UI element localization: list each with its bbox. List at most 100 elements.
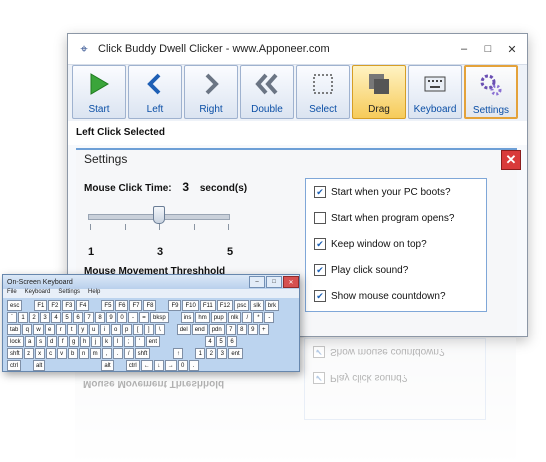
osk-key[interactable]: hm xyxy=(195,312,210,323)
osk-key[interactable]: ent xyxy=(145,336,161,347)
click-time-slider[interactable] xyxy=(84,204,234,232)
osk-minimize-button[interactable]: – xyxy=(249,276,265,288)
osk-key[interactable]: 3 xyxy=(217,348,228,359)
osk-key[interactable]: - xyxy=(264,312,275,323)
osk-key[interactable]: 4 xyxy=(205,336,216,347)
osk-key[interactable]: F12 xyxy=(216,300,234,311)
osk-key[interactable]: pup xyxy=(210,312,227,323)
osk-key[interactable]: j xyxy=(90,336,101,347)
option-start-on-open[interactable]: Start when program opens? xyxy=(306,205,486,231)
osk-key[interactable]: , xyxy=(101,348,112,359)
osk-key[interactable]: 3 xyxy=(40,312,50,323)
osk-key[interactable]: ctrl xyxy=(125,360,140,371)
osk-key[interactable]: shft xyxy=(134,348,151,359)
osk-key[interactable]: 6 xyxy=(227,336,238,347)
osk-key[interactable]: F11 xyxy=(199,300,216,311)
left-click-button[interactable]: Left xyxy=(128,65,182,119)
osk-key[interactable]: F6 xyxy=(115,300,129,311)
osk-key[interactable]: ↓ xyxy=(153,360,164,371)
osk-key[interactable]: l xyxy=(112,336,123,347)
maximize-button[interactable]: □ xyxy=(476,40,500,58)
osk-key[interactable]: ] xyxy=(143,324,154,335)
double-click-button[interactable]: Double xyxy=(240,65,294,119)
osk-key[interactable]: . xyxy=(188,360,199,371)
osk-key[interactable]: ' xyxy=(134,336,145,347)
option-start-on-boot[interactable]: ✔ Start when your PC boots? xyxy=(306,179,486,205)
osk-key[interactable]: / xyxy=(123,348,134,359)
osk-key[interactable]: 9 xyxy=(247,324,258,335)
osk-key[interactable]: ins xyxy=(180,312,195,323)
osk-key[interactable]: . xyxy=(112,348,123,359)
osk-key[interactable]: 6 xyxy=(73,312,83,323)
select-button[interactable]: Select xyxy=(296,65,350,119)
osk-key[interactable]: ↑ xyxy=(173,348,184,359)
osk-key[interactable]: alt xyxy=(101,360,114,371)
osk-key[interactable]: 5 xyxy=(216,336,227,347)
osk-key[interactable]: p xyxy=(121,324,132,335)
osk-key[interactable]: e xyxy=(44,324,55,335)
osk-key[interactable]: r xyxy=(55,324,66,335)
osk-key[interactable]: o xyxy=(110,324,121,335)
osk-key[interactable]: ; xyxy=(123,336,134,347)
osk-maximize-button[interactable]: □ xyxy=(266,276,282,288)
osk-key[interactable]: = xyxy=(139,312,149,323)
osk-key[interactable]: end xyxy=(191,324,208,335)
osk-key[interactable]: F2 xyxy=(48,300,62,311)
osk-menu-file[interactable]: File xyxy=(7,289,17,298)
checkbox-start-on-open[interactable] xyxy=(314,212,326,224)
osk-key[interactable]: ctrl xyxy=(7,360,21,371)
option-show-countdown[interactable]: ✔ Show mouse countdown? xyxy=(306,283,486,309)
osk-key[interactable]: ` xyxy=(7,312,17,323)
osk-key[interactable]: F8 xyxy=(143,300,157,311)
osk-key[interactable]: nlk xyxy=(227,312,242,323)
osk-key[interactable]: t xyxy=(66,324,77,335)
osk-key[interactable]: brk xyxy=(264,300,280,311)
osk-key[interactable]: F9 xyxy=(168,300,182,311)
osk-key[interactable]: - xyxy=(128,312,138,323)
close-button[interactable]: ✕ xyxy=(500,40,524,58)
osk-key[interactable]: ent xyxy=(228,348,243,359)
osk-key[interactable]: F1 xyxy=(34,300,48,311)
osk-menu-settings[interactable]: Settings xyxy=(58,289,80,298)
osk-title-bar[interactable]: On-Screen Keyboard – □ ✕ xyxy=(3,275,299,289)
osk-key[interactable]: \ xyxy=(154,324,165,335)
osk-key[interactable]: v xyxy=(56,348,67,359)
osk-key[interactable]: 7 xyxy=(84,312,94,323)
osk-key[interactable]: k xyxy=(101,336,112,347)
title-bar[interactable]: ⌖ Click Buddy Dwell Clicker - www.Appone… xyxy=(68,34,527,64)
osk-key[interactable]: 9 xyxy=(106,312,116,323)
osk-key[interactable]: a xyxy=(24,336,35,347)
osk-key[interactable]: q xyxy=(22,324,33,335)
osk-key[interactable]: slk xyxy=(250,300,264,311)
osk-key[interactable]: 1 xyxy=(18,312,28,323)
slider-thumb[interactable] xyxy=(153,206,165,224)
option-keep-on-top[interactable]: ✔ Keep window on top? xyxy=(306,231,486,257)
osk-key[interactable]: esc xyxy=(7,300,23,311)
osk-key[interactable]: F3 xyxy=(62,300,76,311)
close-settings-icon[interactable]: ✕ xyxy=(501,150,521,170)
settings-button[interactable]: Settings xyxy=(464,65,518,119)
start-button[interactable]: Start xyxy=(72,65,126,119)
osk-key[interactable]: + xyxy=(258,324,269,335)
osk-key[interactable]: [ xyxy=(132,324,143,335)
osk-key[interactable]: / xyxy=(242,312,253,323)
osk-key[interactable]: tab xyxy=(7,324,22,335)
osk-key[interactable]: y xyxy=(77,324,88,335)
osk-key[interactable]: * xyxy=(253,312,264,323)
osk-key[interactable]: i xyxy=(99,324,110,335)
osk-key[interactable]: 4 xyxy=(51,312,61,323)
osk-key[interactable]: → xyxy=(164,360,177,371)
osk-key[interactable]: d xyxy=(46,336,57,347)
osk-key[interactable]: m xyxy=(89,348,101,359)
osk-key[interactable]: F5 xyxy=(101,300,115,311)
osk-key[interactable]: 8 xyxy=(95,312,105,323)
osk-key[interactable]: lock xyxy=(7,336,24,347)
checkbox-play-sound[interactable]: ✔ xyxy=(314,264,326,276)
osk-key[interactable]: psc xyxy=(234,300,250,311)
minimize-button[interactable]: – xyxy=(452,40,476,58)
osk-key[interactable]: 1 xyxy=(195,348,206,359)
osk-key[interactable]: F10 xyxy=(182,300,199,311)
osk-key[interactable]: w xyxy=(33,324,44,335)
keyboard-button[interactable]: Keyboard xyxy=(408,65,462,119)
osk-key[interactable]: del xyxy=(176,324,191,335)
